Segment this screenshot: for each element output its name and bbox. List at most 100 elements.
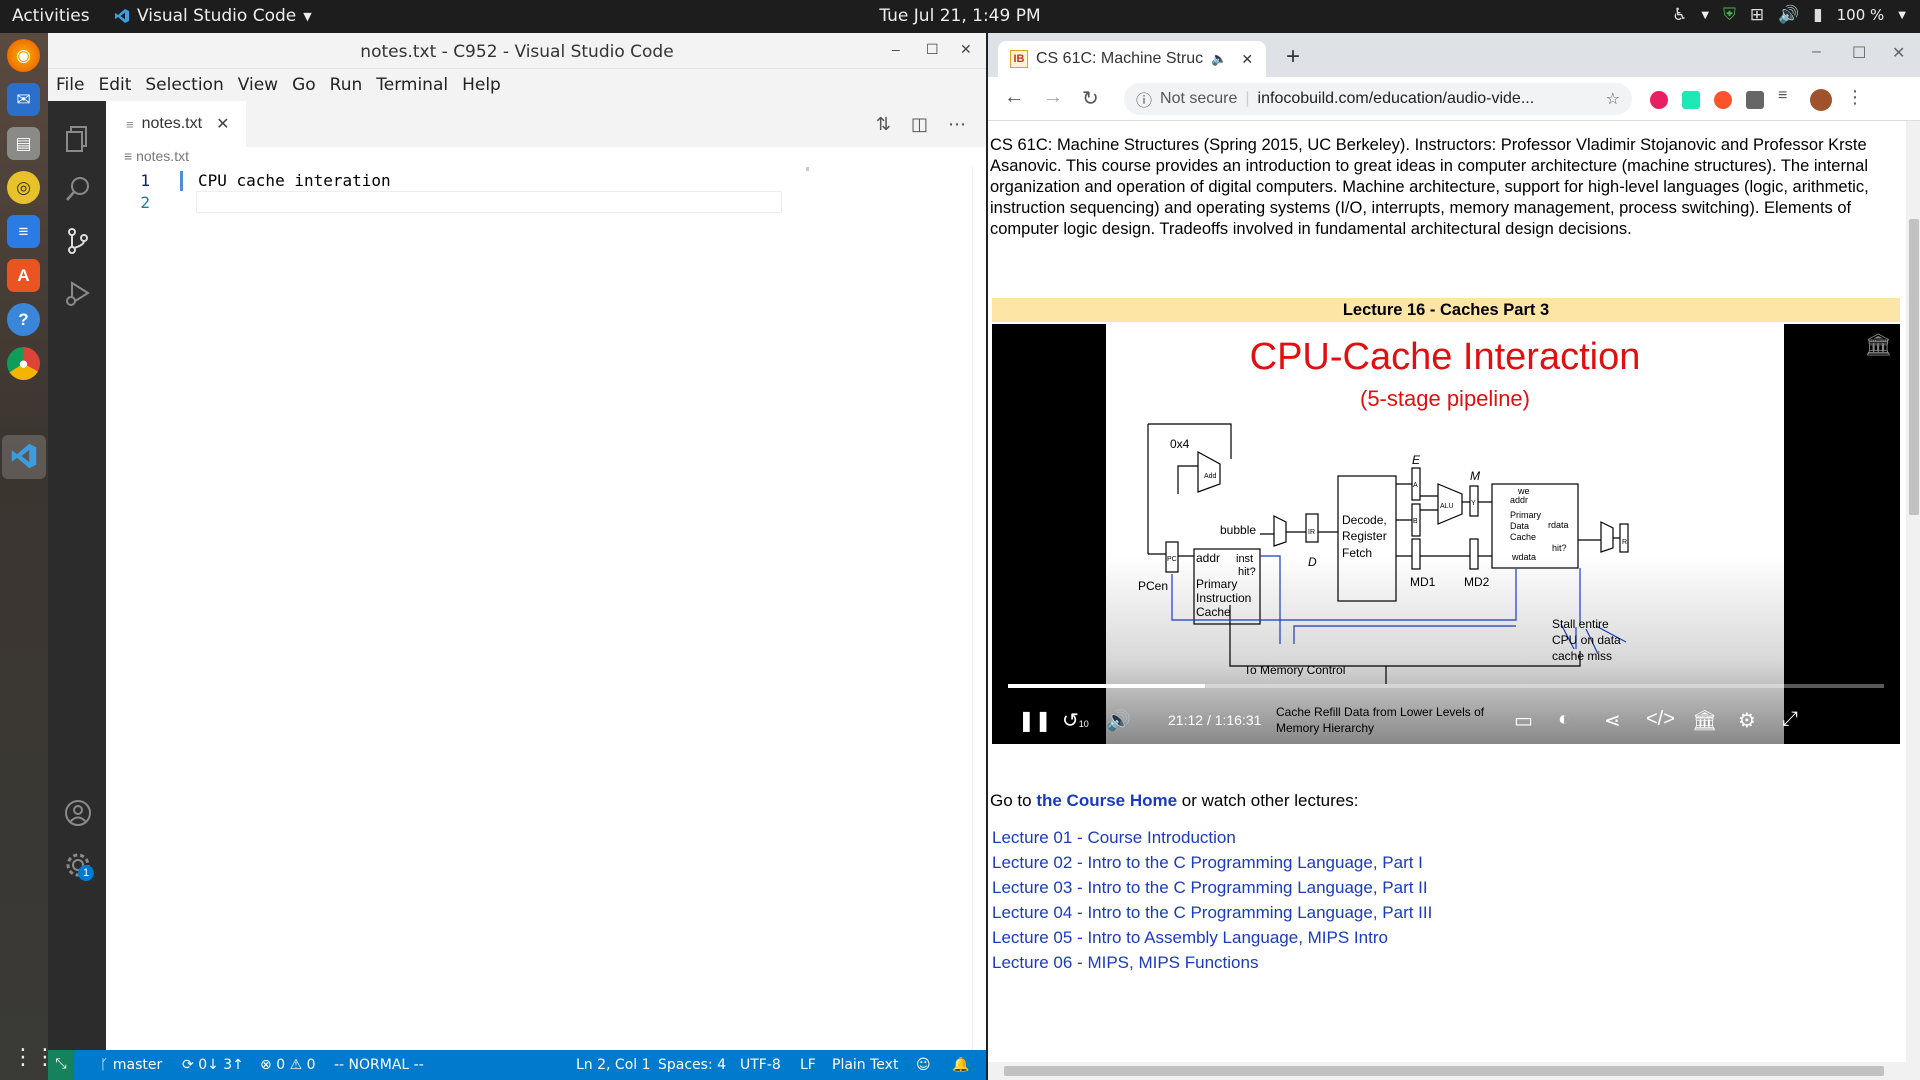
video-slide: CPU-Cache Interaction (5-stage pipeline) bbox=[1106, 324, 1784, 744]
media-control-icon[interactable]: ≡ bbox=[1778, 87, 1796, 105]
lecture-link[interactable]: Lecture 05 - Intro to Assembly Language,… bbox=[992, 925, 1432, 950]
writer-icon[interactable]: ≡ bbox=[7, 215, 40, 248]
breadcrumb-file[interactable]: notes.txt bbox=[136, 148, 189, 164]
browser-tab[interactable]: IB CS 61C: Machine Struc 🔈 ✕ bbox=[998, 41, 1266, 77]
close-icon[interactable]: ✕ bbox=[960, 41, 972, 58]
encoding[interactable]: UTF-8 bbox=[740, 1057, 781, 1073]
bookmark-star-icon[interactable]: ☆ bbox=[1606, 89, 1620, 109]
lecture-link[interactable]: Lecture 06 - MIPS, MIPS Functions bbox=[992, 950, 1432, 975]
video-player[interactable]: CPU-Cache Interaction (5-stage pipeline) bbox=[992, 324, 1900, 744]
minimize-icon[interactable]: – bbox=[892, 41, 900, 57]
menu-edit[interactable]: Edit bbox=[98, 75, 131, 95]
firefox-icon[interactable]: ◉ bbox=[7, 39, 40, 72]
scrollbar-thumb[interactable] bbox=[1909, 219, 1919, 515]
more-actions-icon[interactable]: ⋯ bbox=[948, 114, 966, 135]
url-text[interactable]: infocobuild.com/education/audio-vide... bbox=[1258, 90, 1535, 108]
gear-icon[interactable]: ⚙ bbox=[1738, 708, 1756, 733]
maximize-icon[interactable]: ☐ bbox=[926, 41, 939, 58]
more-menu-icon[interactable]: ⋮ bbox=[1846, 87, 1864, 107]
menu-selection[interactable]: Selection bbox=[145, 75, 223, 95]
language-mode[interactable]: Plain Text bbox=[832, 1057, 898, 1073]
menu-run[interactable]: Run bbox=[330, 75, 363, 95]
editor-scrollbar[interactable] bbox=[972, 167, 986, 1050]
code-line[interactable]: CPU cache interation bbox=[198, 171, 391, 190]
share-icon[interactable]: ⋖ bbox=[1604, 708, 1621, 733]
system-tray[interactable]: ♿ ▼ ⛨ ⊞ 🔊 ▮ 100 % ▼ bbox=[1672, 5, 1906, 25]
page-vertical-scrollbar[interactable] bbox=[1906, 121, 1920, 1062]
sync-indicator[interactable]: ⟳ 0↓ 3↑ bbox=[182, 1057, 244, 1073]
feedback-icon[interactable]: ☺ bbox=[916, 1057, 931, 1073]
menu-file[interactable]: File bbox=[56, 75, 84, 95]
volume-icon[interactable]: 🔊 bbox=[1778, 5, 1799, 25]
app-menu[interactable]: Visual Studio Code ▼ bbox=[114, 6, 312, 26]
breadcrumb[interactable]: ≡ notes.txt bbox=[124, 148, 189, 164]
chrome-icon[interactable]: ● bbox=[7, 347, 40, 380]
back-button[interactable]: ← bbox=[1004, 86, 1024, 109]
volume-icon[interactable]: 🔊 bbox=[1106, 708, 1131, 733]
accessibility-icon[interactable]: ♿ bbox=[1672, 5, 1687, 25]
close-icon[interactable]: ✕ bbox=[1892, 43, 1905, 63]
editor[interactable]: 1 CPU cache interation 2 bbox=[106, 167, 986, 1050]
seek-bar[interactable] bbox=[1008, 684, 1884, 688]
lecture-link[interactable]: Lecture 04 - Intro to the C Programming … bbox=[992, 900, 1432, 925]
thunderbird-icon[interactable]: ✉ bbox=[7, 83, 40, 116]
rewind-icon[interactable]: ↺10 bbox=[1062, 708, 1089, 733]
bell-icon[interactable]: 🔔 bbox=[952, 1057, 969, 1073]
software-icon[interactable]: A bbox=[7, 259, 40, 292]
avatar[interactable] bbox=[1810, 89, 1832, 111]
files-icon[interactable]: ▤ bbox=[7, 127, 40, 160]
reload-button[interactable]: ↻ bbox=[1082, 86, 1099, 111]
fullscreen-icon[interactable]: ⤢ bbox=[1782, 708, 1798, 731]
new-tab-button[interactable]: + bbox=[1286, 43, 1300, 71]
vscode-icon[interactable] bbox=[7, 439, 40, 472]
scrollbar-thumb[interactable] bbox=[1004, 1066, 1884, 1076]
pause-icon[interactable]: ❚❚ bbox=[1018, 708, 1052, 733]
embed-icon[interactable]: </> bbox=[1646, 708, 1675, 731]
tab-notes-txt[interactable]: ≡ notes.txt ✕ bbox=[106, 101, 246, 147]
page-horizontal-scrollbar[interactable] bbox=[988, 1062, 1920, 1080]
extension-icon[interactable] bbox=[1650, 91, 1668, 109]
lecture-link[interactable]: Lecture 02 - Intro to the C Programming … bbox=[992, 850, 1432, 875]
airplay-icon[interactable]: ▭ bbox=[1514, 708, 1533, 733]
cursor-position[interactable]: Ln 2, Col 1 bbox=[576, 1057, 651, 1073]
network-icon[interactable]: ⊞ bbox=[1750, 5, 1764, 25]
extension-icon[interactable] bbox=[1682, 91, 1700, 109]
address-bar[interactable]: ⓘ Not secure | infocobuild.com/education… bbox=[1124, 83, 1632, 115]
open-changes-icon[interactable]: ⇅ bbox=[876, 114, 891, 135]
archive-icon[interactable]: 🏛 bbox=[1692, 708, 1717, 733]
shield-icon[interactable]: ⛨ bbox=[1723, 5, 1736, 25]
minimap[interactable] bbox=[806, 167, 809, 171]
captions-icon[interactable]: ◐ bbox=[1558, 708, 1570, 731]
menu-view[interactable]: View bbox=[238, 75, 278, 95]
rhythmbox-icon[interactable]: ◎ bbox=[7, 171, 40, 204]
branch-indicator[interactable]: ᚴ master bbox=[100, 1057, 162, 1073]
remote-icon[interactable]: ⤡ bbox=[48, 1050, 74, 1080]
activities-button[interactable]: Activities bbox=[12, 6, 90, 26]
end-of-line[interactable]: LF bbox=[800, 1057, 816, 1073]
course-home-link[interactable]: the Course Home bbox=[1036, 791, 1177, 810]
menu-help[interactable]: Help bbox=[462, 75, 501, 95]
indentation[interactable]: Spaces: 4 bbox=[658, 1057, 726, 1073]
close-icon[interactable]: ✕ bbox=[1241, 51, 1253, 68]
info-icon[interactable]: ⓘ bbox=[1136, 87, 1152, 111]
forward-button[interactable]: → bbox=[1043, 86, 1063, 109]
menu-go[interactable]: Go bbox=[292, 75, 316, 95]
lecture-link[interactable]: Lecture 01 - Course Introduction bbox=[992, 825, 1432, 850]
run-debug-icon[interactable] bbox=[62, 277, 94, 309]
account-icon[interactable] bbox=[62, 797, 94, 829]
source-control-icon[interactable] bbox=[62, 225, 94, 257]
extension-icon[interactable] bbox=[1714, 91, 1732, 109]
audio-icon[interactable]: 🔈 bbox=[1211, 51, 1227, 67]
maximize-icon[interactable]: ☐ bbox=[1852, 43, 1866, 63]
search-icon[interactable] bbox=[62, 173, 94, 205]
menu-terminal[interactable]: Terminal bbox=[376, 75, 448, 95]
lecture-link[interactable]: Lecture 03 - Intro to the C Programming … bbox=[992, 875, 1432, 900]
minimize-icon[interactable]: – bbox=[1812, 43, 1821, 61]
close-icon[interactable]: ✕ bbox=[216, 114, 229, 134]
puzzle-icon[interactable] bbox=[1746, 91, 1764, 109]
split-editor-icon[interactable]: ◫ bbox=[911, 114, 928, 135]
explorer-icon[interactable] bbox=[62, 123, 94, 155]
help-icon[interactable]: ? bbox=[7, 303, 40, 336]
problems-indicator[interactable]: ⊗ 0 ⚠ 0 bbox=[260, 1057, 316, 1073]
battery-icon[interactable]: ▮ bbox=[1813, 5, 1822, 25]
